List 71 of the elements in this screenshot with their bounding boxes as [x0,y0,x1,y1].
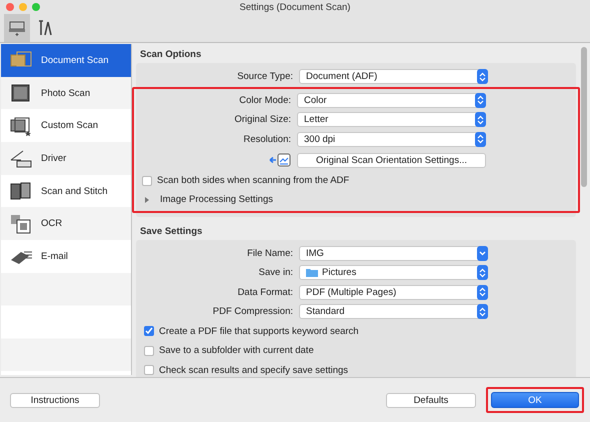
dropdown-value: Color [304,94,327,106]
orientation-icon [269,153,291,167]
field-label: Color Mode: [238,94,292,106]
checkbox-label: Save to a subfolder with current date [159,345,314,356]
checkbox-label: Check scan results and specify save settings [159,364,348,376]
sidebar-item-label: Document Scan [41,54,109,66]
up-down-arrows-icon [477,114,484,125]
field-label: PDF Compression: [212,306,294,318]
dropdown-value: Pictures [322,267,356,278]
folder-icon [306,268,318,278]
up-down-arrows-icon [479,72,486,82]
up-down-arrows-icon [479,287,486,298]
defaults-button[interactable]: Defaults [386,392,476,408]
sidebar-item-label: OCR [41,218,62,230]
checkbox[interactable] [144,346,154,356]
field-label: Save in: [258,267,294,278]
orientation-settings-button[interactable]: Original Scan Orientation Settings... [297,152,486,168]
dropdown[interactable]: 300 dpi [297,132,486,147]
checkbox-label: Create a PDF file that supports keyword search [159,326,359,337]
sidebar-item-label: Scan and Stitch [41,186,108,197]
section-title: Save Settings [139,224,204,238]
dropdown-value: IMG [306,248,324,259]
disclosure-triangle-icon[interactable] [144,196,150,202]
instructions-button[interactable]: Instructions [10,392,100,408]
close-icon[interactable] [6,3,14,11]
up-down-arrows-icon [479,268,486,278]
dropdown[interactable]: Document (ADF) [299,69,488,84]
checkbox[interactable] [144,326,154,336]
sidebar-item[interactable]: Photo Scan [1,76,131,110]
window-title: Settings (Document Scan) [238,2,352,12]
combo-box[interactable]: IMG [299,246,488,261]
dropdown[interactable]: Pictures [299,265,488,280]
sidebar-item[interactable]: Driver [1,142,131,175]
sidebar-item-label: Photo Scan [41,88,90,99]
section-title: Scan Options [139,48,202,62]
custom-scan-icon [9,116,33,136]
ocr-pages-icon [9,214,33,234]
field-label: Data Format: [236,286,294,298]
checkbox-label: Scan both sides when scanning from the ADF [157,175,350,186]
dropdown[interactable]: PDF (Multiple Pages) [299,284,488,300]
up-down-arrows-icon [477,134,484,144]
stitch-pages-icon [9,181,33,202]
field-label: Original Size: [234,114,292,126]
toolbar-tab[interactable] [4,14,30,42]
dropdown[interactable]: Color [297,92,486,108]
zoom-icon[interactable] [32,3,40,11]
sidebar-item[interactable]: OCR [1,207,131,240]
dropdown[interactable]: Letter [297,112,486,128]
dropdown-value: Standard [306,306,345,318]
up-down-arrows-icon [477,95,484,106]
dropdown[interactable]: Standard [299,304,488,320]
sidebar-item-label: Custom Scan [41,120,98,132]
sidebar-item-label: Driver [41,152,66,164]
dropdown-value: Document (ADF) [306,71,378,82]
disclosure-label: Image Processing Settings [160,194,274,205]
ok-button[interactable]: OK [491,392,579,408]
sidebar-item-label: E-mail [41,250,68,262]
checkbox[interactable] [142,176,152,186]
field-label: Resolution: [242,134,292,145]
field-label: File Name: [246,248,294,259]
up-down-arrows-icon [479,306,486,317]
dropdown-value: Letter [304,114,328,126]
dropdown-value: 300 dpi [304,134,336,145]
tools-icon [36,19,54,37]
checkbox[interactable] [144,365,154,376]
scanner-lid-icon [9,148,33,168]
scanner-icon [8,19,26,37]
sidebar-item[interactable]: Document Scan [1,44,131,77]
dropdown-value: PDF (Multiple Pages) [306,286,396,298]
field-label: Source Type: [236,71,294,82]
minimize-icon[interactable] [19,3,27,11]
